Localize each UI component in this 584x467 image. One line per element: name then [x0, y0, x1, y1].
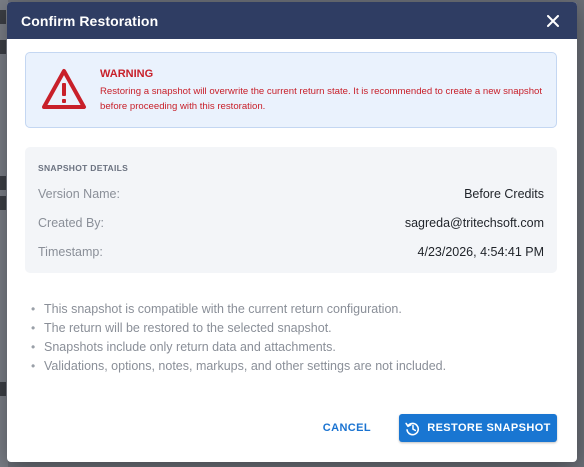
cancel-button[interactable]: CANCEL — [315, 416, 379, 440]
snapshot-details-heading: SNAPSHOT DETAILS — [38, 163, 129, 173]
snapshot-details-panel: SNAPSHOT DETAILS Version Name: Before Cr… — [25, 147, 557, 273]
warning-title: WARNING — [100, 68, 154, 80]
warning-triangle-icon — [42, 69, 86, 109]
note-text: Validations, options, notes, markups, an… — [44, 359, 447, 373]
detail-row-timestamp: Timestamp: 4/23/2026, 4:54:41 PM — [38, 243, 544, 261]
restoration-notes-list: • This snapshot is compatible with the cu… — [31, 300, 446, 376]
list-item: • Validations, options, notes, markups, a… — [31, 357, 446, 376]
detail-label: Timestamp: — [38, 245, 103, 259]
warning-box: WARNING Restoring a snapshot will overwr… — [25, 52, 557, 128]
detail-label: Version Name: — [38, 187, 120, 201]
bullet: • — [31, 340, 36, 354]
background-fragment — [0, 382, 6, 396]
note-text: Snapshots include only return data and a… — [44, 340, 336, 354]
warning-message: Restoring a snapshot will overwrite the … — [100, 86, 543, 112]
restore-snapshot-label: RESTORE SNAPSHOT — [427, 422, 551, 434]
note-text: The return will be restored to the selec… — [44, 321, 332, 335]
bullet: • — [31, 321, 36, 335]
background-fragment — [0, 196, 6, 210]
list-item: • Snapshots include only return data and … — [31, 338, 446, 357]
list-item: • The return will be restored to the sele… — [31, 319, 446, 338]
detail-row-version-name: Version Name: Before Credits — [38, 185, 544, 203]
dialog-footer: CANCEL RESTORE SNAPSHOT — [315, 414, 557, 442]
detail-value: Before Credits — [464, 187, 544, 201]
background-fragment — [0, 40, 6, 54]
close-button[interactable] — [543, 11, 563, 31]
dialog-header: Confirm Restoration — [7, 2, 577, 39]
restore-snapshot-button[interactable]: RESTORE SNAPSHOT — [399, 414, 557, 442]
detail-value: sagreda@tritechsoft.com — [404, 216, 544, 230]
detail-row-created-by: Created By: sagreda@tritechsoft.com — [38, 214, 544, 232]
dialog-title: Confirm Restoration — [21, 12, 159, 29]
bullet: • — [31, 359, 36, 373]
note-text: This snapshot is compatible with the cur… — [44, 302, 402, 316]
list-item: • This snapshot is compatible with the cu… — [31, 300, 446, 319]
bullet: • — [31, 302, 36, 316]
background-fragment — [0, 176, 6, 190]
detail-label: Created By: — [38, 216, 105, 230]
background-fragment — [0, 10, 6, 24]
close-icon — [547, 14, 559, 27]
confirm-restoration-dialog: Confirm Restoration WARNING Restoring a … — [7, 2, 577, 462]
detail-value: 4/23/2026, 4:54:41 PM — [417, 245, 544, 259]
history-icon — [405, 422, 420, 435]
